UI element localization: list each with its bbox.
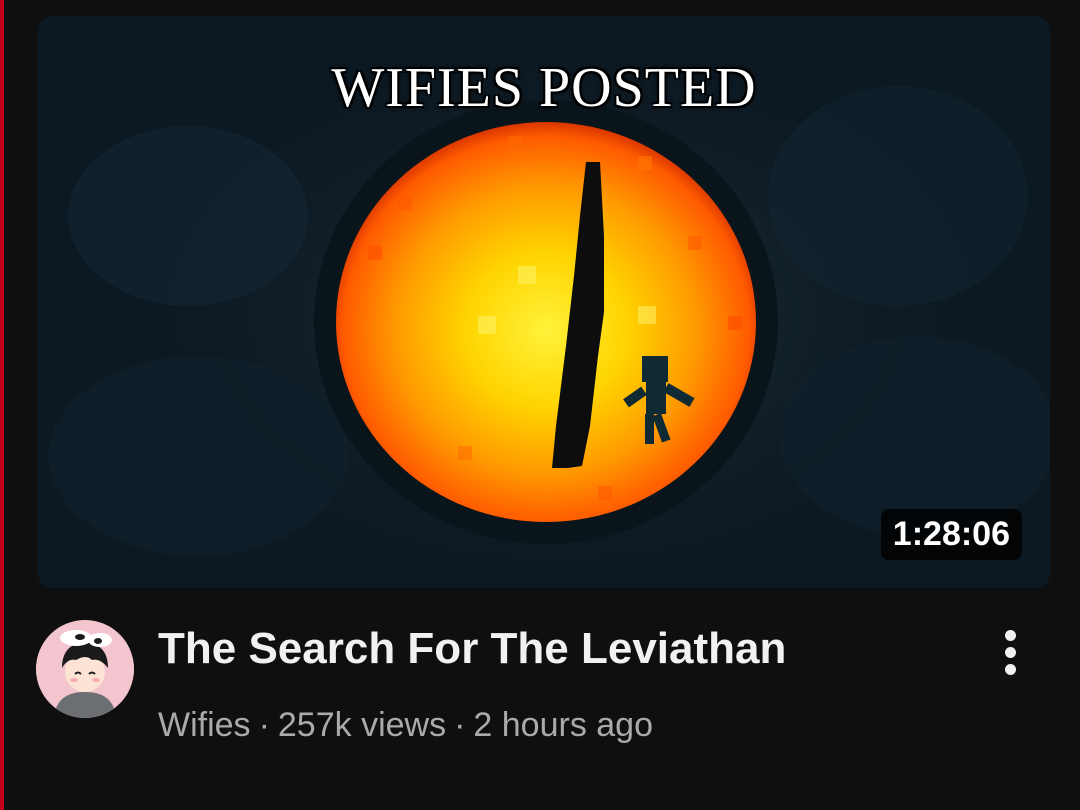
separator-dot: · [454, 706, 466, 744]
separator-dot: · [258, 706, 270, 744]
duration-badge: 1:28:06 [880, 509, 1022, 560]
more-dot [1004, 647, 1016, 658]
upload-age: 2 hours ago [473, 706, 654, 744]
video-meta: The Search For The Leviathan Wifies · 257k… [36, 618, 1046, 748]
view-count: 257k views [277, 706, 447, 744]
eye-iris [336, 122, 756, 522]
more-dot [1004, 630, 1016, 641]
video-thumbnail[interactable]: WIFIES POSTED 1:28:06 [38, 16, 1050, 588]
channel-avatar[interactable] [36, 620, 134, 718]
channel-name[interactable]: Wifies [158, 706, 251, 744]
more-dot [1004, 664, 1016, 675]
avatar-illustration [36, 620, 134, 718]
more-vertical-icon[interactable] [990, 626, 1030, 686]
video-title[interactable]: The Search For The Leviathan [158, 624, 786, 674]
feed-page: WIFIES POSTED 1:28:06 The Search For The… [0, 0, 1080, 810]
video-subline: Wifies · 257k views · 2 hours ago [158, 706, 653, 745]
thumbnail-caption: WIFIES POSTED [331, 57, 757, 119]
left-edge-accent [0, 0, 4, 810]
